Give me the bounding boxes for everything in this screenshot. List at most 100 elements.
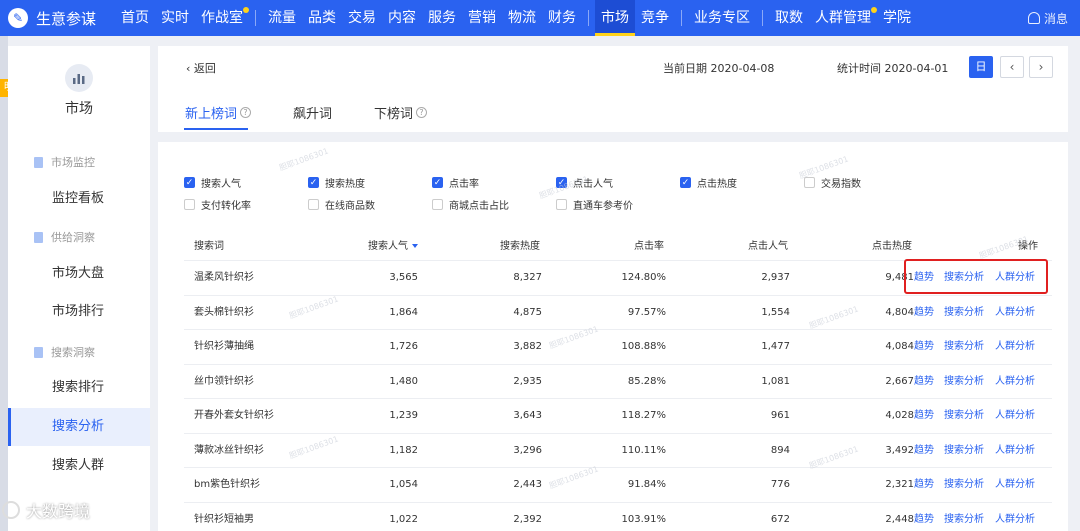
nav-item-16[interactable]: 学院 — [877, 0, 917, 36]
trend-link[interactable]: 趋势 — [914, 503, 934, 531]
search-analysis-link[interactable]: 搜索分析 — [944, 399, 984, 433]
cell-heat: 3,643 — [513, 410, 542, 421]
crowd-analysis-link[interactable]: 人群分析 — [995, 330, 1035, 364]
cell-ctr: 110.11% — [621, 444, 667, 456]
search-analysis-link[interactable]: 搜索分析 — [944, 434, 984, 468]
sort-desc-icon[interactable] — [412, 244, 418, 248]
nav-item-7[interactable]: 服务 — [422, 0, 462, 36]
search-analysis-link[interactable]: 搜索分析 — [944, 468, 984, 502]
trend-link[interactable]: 趋势 — [914, 330, 934, 364]
sidebar-item-search-rank[interactable]: 搜索排行 — [8, 369, 150, 407]
crowd-analysis-link[interactable]: 人群分析 — [995, 468, 1035, 502]
sidebar-group-supply: 供给洞察 — [34, 229, 95, 245]
column-header-0[interactable]: 搜索词 — [194, 237, 224, 252]
filter-checkbox-4[interactable]: ✓ 点击热度 — [680, 175, 737, 190]
nav-item-13[interactable]: 业务专区 — [688, 0, 756, 36]
sidebar-item-market-rank[interactable]: 市场排行 — [8, 293, 150, 331]
watermark-text: 胆耶1086301 — [278, 146, 330, 173]
cell-search-word: 套头棉针织衫 — [194, 306, 254, 318]
help-icon[interactable]: ? — [240, 107, 252, 118]
cell-search-word: 针织衫短袖男 — [194, 513, 254, 525]
nav-item-12[interactable]: 竞争 — [635, 0, 675, 36]
nav-item-2[interactable]: 作战室 — [195, 0, 249, 36]
back-button[interactable]: ‹ 返回 — [186, 60, 216, 76]
filter-checkbox-1[interactable]: ✓ 搜索热度 — [308, 175, 365, 190]
nav-item-1[interactable]: 实时 — [155, 0, 195, 36]
filter-checkbox-2[interactable]: ✓ 点击率 — [432, 175, 479, 190]
cell-pop: 1,022 — [389, 513, 418, 525]
prev-button[interactable]: ‹ — [1000, 56, 1024, 78]
crowd-analysis-link[interactable]: 人群分析 — [995, 434, 1035, 468]
nav-item-15[interactable]: 人群管理 — [809, 0, 877, 36]
sidebar-header: 市场 — [8, 64, 150, 118]
nav-item-8[interactable]: 营销 — [462, 0, 502, 36]
column-header-4[interactable]: 点击人气 — [748, 237, 788, 252]
filter-checkbox-9[interactable]: 直通车参考价 — [556, 197, 633, 212]
crowd-analysis-link[interactable]: 人群分析 — [995, 296, 1035, 330]
filter-checkbox-7[interactable]: 在线商品数 — [308, 197, 375, 212]
crowd-analysis-link[interactable]: 人群分析 — [995, 503, 1035, 531]
tab-dropped-words[interactable]: 下榜词? — [374, 103, 428, 122]
filter-checkbox-8[interactable]: 商城点击占比 — [432, 197, 509, 212]
search-analysis-link[interactable]: 搜索分析 — [944, 296, 984, 330]
cell-heat: 3,296 — [513, 444, 542, 456]
help-icon[interactable]: ? — [416, 107, 428, 118]
nav-item-5[interactable]: 交易 — [342, 0, 382, 36]
tab-new-words[interactable]: 新上榜词? — [185, 103, 252, 122]
column-header-5[interactable]: 点击热度 — [872, 237, 912, 252]
cell-pop: 1,054 — [389, 479, 418, 490]
nav-item-6[interactable]: 内容 — [382, 0, 422, 36]
trend-link[interactable]: 趋势 — [914, 296, 934, 330]
cell-heat: 2,443 — [513, 479, 542, 490]
checkbox-icon — [308, 199, 319, 210]
nav-item-11[interactable]: 市场 — [595, 0, 635, 36]
cell-ctr: 91.84% — [627, 479, 666, 490]
search-analysis-link[interactable]: 搜索分析 — [944, 330, 984, 364]
filter-checkbox-6[interactable]: 支付转化率 — [184, 197, 251, 212]
cell-ctr: 85.28% — [627, 375, 666, 387]
sidebar-item-monitor-board[interactable]: 监控看板 — [8, 180, 150, 218]
filter-label: 搜索热度 — [325, 179, 365, 190]
cell-pop: 1,480 — [389, 375, 418, 387]
trend-link[interactable]: 趋势 — [914, 468, 934, 502]
tab-rising-words[interactable]: 飙升词 — [293, 103, 332, 122]
cell-pop: 1,726 — [389, 341, 418, 352]
column-header-1[interactable]: 搜索人气 — [368, 237, 418, 252]
checkbox-icon: ✓ — [432, 177, 443, 188]
active-tab-indicator — [184, 128, 248, 130]
stat-date[interactable]: 统计时间 2020-04-01 — [837, 60, 948, 76]
nav-item-4[interactable]: 品类 — [302, 0, 342, 36]
filter-checkbox-0[interactable]: ✓ 搜索人气 — [184, 175, 241, 190]
nav-item-3[interactable]: 流量 — [262, 0, 302, 36]
nav-item-14[interactable]: 取数 — [769, 0, 809, 36]
table-row: bm紫色针织衫 1,054 2,443 91.84% 776 2,321 趋势 搜索分析 人群分… — [184, 467, 1052, 502]
cell-cpop: 1,554 — [761, 306, 790, 318]
nav-item-9[interactable]: 物流 — [502, 0, 542, 36]
crowd-analysis-link[interactable]: 人群分析 — [995, 399, 1035, 433]
cell-pop: 1,182 — [389, 444, 418, 456]
cell-search-word: 薄款冰丝针织衫 — [194, 444, 264, 456]
nav-item-10[interactable]: 财务 — [542, 0, 582, 36]
trend-link[interactable]: 趋势 — [914, 365, 934, 399]
crowd-analysis-link[interactable]: 人群分析 — [995, 365, 1035, 399]
trend-link[interactable]: 趋势 — [914, 434, 934, 468]
trend-link[interactable]: 趋势 — [914, 399, 934, 433]
document-icon — [34, 231, 43, 243]
sidebar-item-search-crowd[interactable]: 搜索人群 — [8, 447, 150, 485]
column-header-2[interactable]: 搜索热度 — [500, 237, 540, 252]
sidebar-item-search-analysis[interactable]: 搜索分析 — [8, 408, 150, 446]
cell-cheat: 2,448 — [885, 513, 914, 525]
sidebar-item-market-overview[interactable]: 市场大盘 — [8, 255, 150, 293]
cell-heat: 8,327 — [513, 272, 542, 283]
document-icon — [34, 156, 43, 168]
message-button[interactable]: 消息 — [1027, 0, 1068, 36]
logo-icon — [2, 501, 20, 519]
column-header-3[interactable]: 点击率 — [634, 237, 664, 252]
day-button[interactable]: 日 — [969, 56, 993, 78]
brand[interactable]: ✎ 生意参谋 — [0, 8, 115, 29]
nav-item-0[interactable]: 首页 — [115, 0, 155, 36]
cell-ctr: 97.57% — [627, 306, 666, 318]
next-button[interactable]: › — [1029, 56, 1053, 78]
search-analysis-link[interactable]: 搜索分析 — [944, 503, 984, 531]
search-analysis-link[interactable]: 搜索分析 — [944, 365, 984, 399]
